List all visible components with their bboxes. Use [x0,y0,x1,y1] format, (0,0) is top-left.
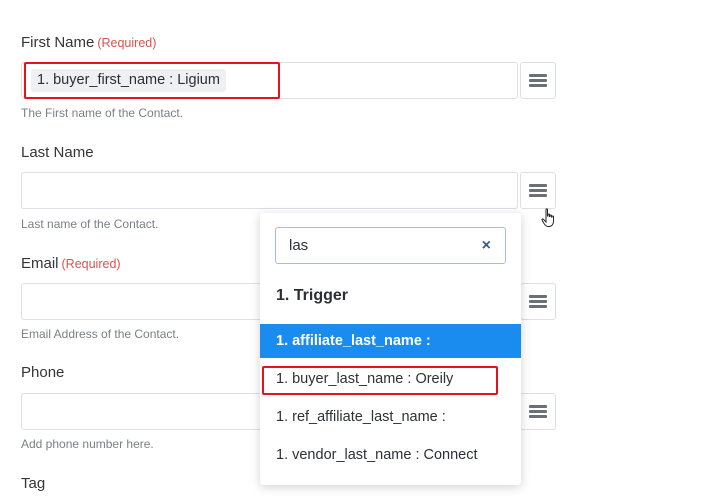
required-indicator: (Required) [61,257,121,271]
tag-label-text: Tag [21,475,46,492]
first-name-menu-button[interactable] [520,62,556,99]
phone-help: Add phone number here. [21,437,154,451]
required-indicator: (Required) [97,36,157,50]
option-highlight [262,366,498,395]
dropdown-option[interactable]: 1. ref_affiliate_last_name : [260,400,521,434]
first-name-help: The First name of the Contact. [21,106,184,120]
last-name-label-text: Last Name [21,144,94,161]
phone-label-text: Phone [21,364,65,381]
last-name-field[interactable] [21,172,518,209]
last-name-label: Last Name [21,144,94,161]
dropdown-option[interactable]: 1. affiliate_last_name : [260,324,521,358]
dropdown-group-title: 1. Trigger [276,287,349,304]
close-icon[interactable]: × [482,228,491,263]
hamburger-menu-icon [529,295,547,308]
first-name-label-text: First Name [21,34,95,51]
dropdown-option[interactable]: 1. vendor_last_name : Connect [260,438,521,472]
email-help: Email Address of the Contact. [21,327,180,341]
phone-menu-button[interactable] [520,393,556,430]
field-mapping-dropdown: las × 1. Trigger 1. affiliate_last_name … [260,213,521,485]
hand-pointer-icon [541,208,554,227]
hamburger-menu-icon [529,405,547,418]
first-name-label: First Name (Required) [21,34,156,51]
phone-label: Phone [21,364,64,381]
first-name-highlight [24,62,280,99]
tag-label: Tag [21,475,45,492]
hamburger-menu-icon [529,184,547,197]
dropdown-search-input[interactable]: las × [275,227,506,264]
email-label-text: Email [21,255,59,272]
email-menu-button[interactable] [520,283,556,320]
email-label: Email (Required) [21,255,121,272]
last-name-menu-button[interactable] [520,172,556,209]
last-name-help: Last name of the Contact. [21,217,159,231]
search-value: las [289,237,309,254]
hamburger-menu-icon [529,74,547,87]
